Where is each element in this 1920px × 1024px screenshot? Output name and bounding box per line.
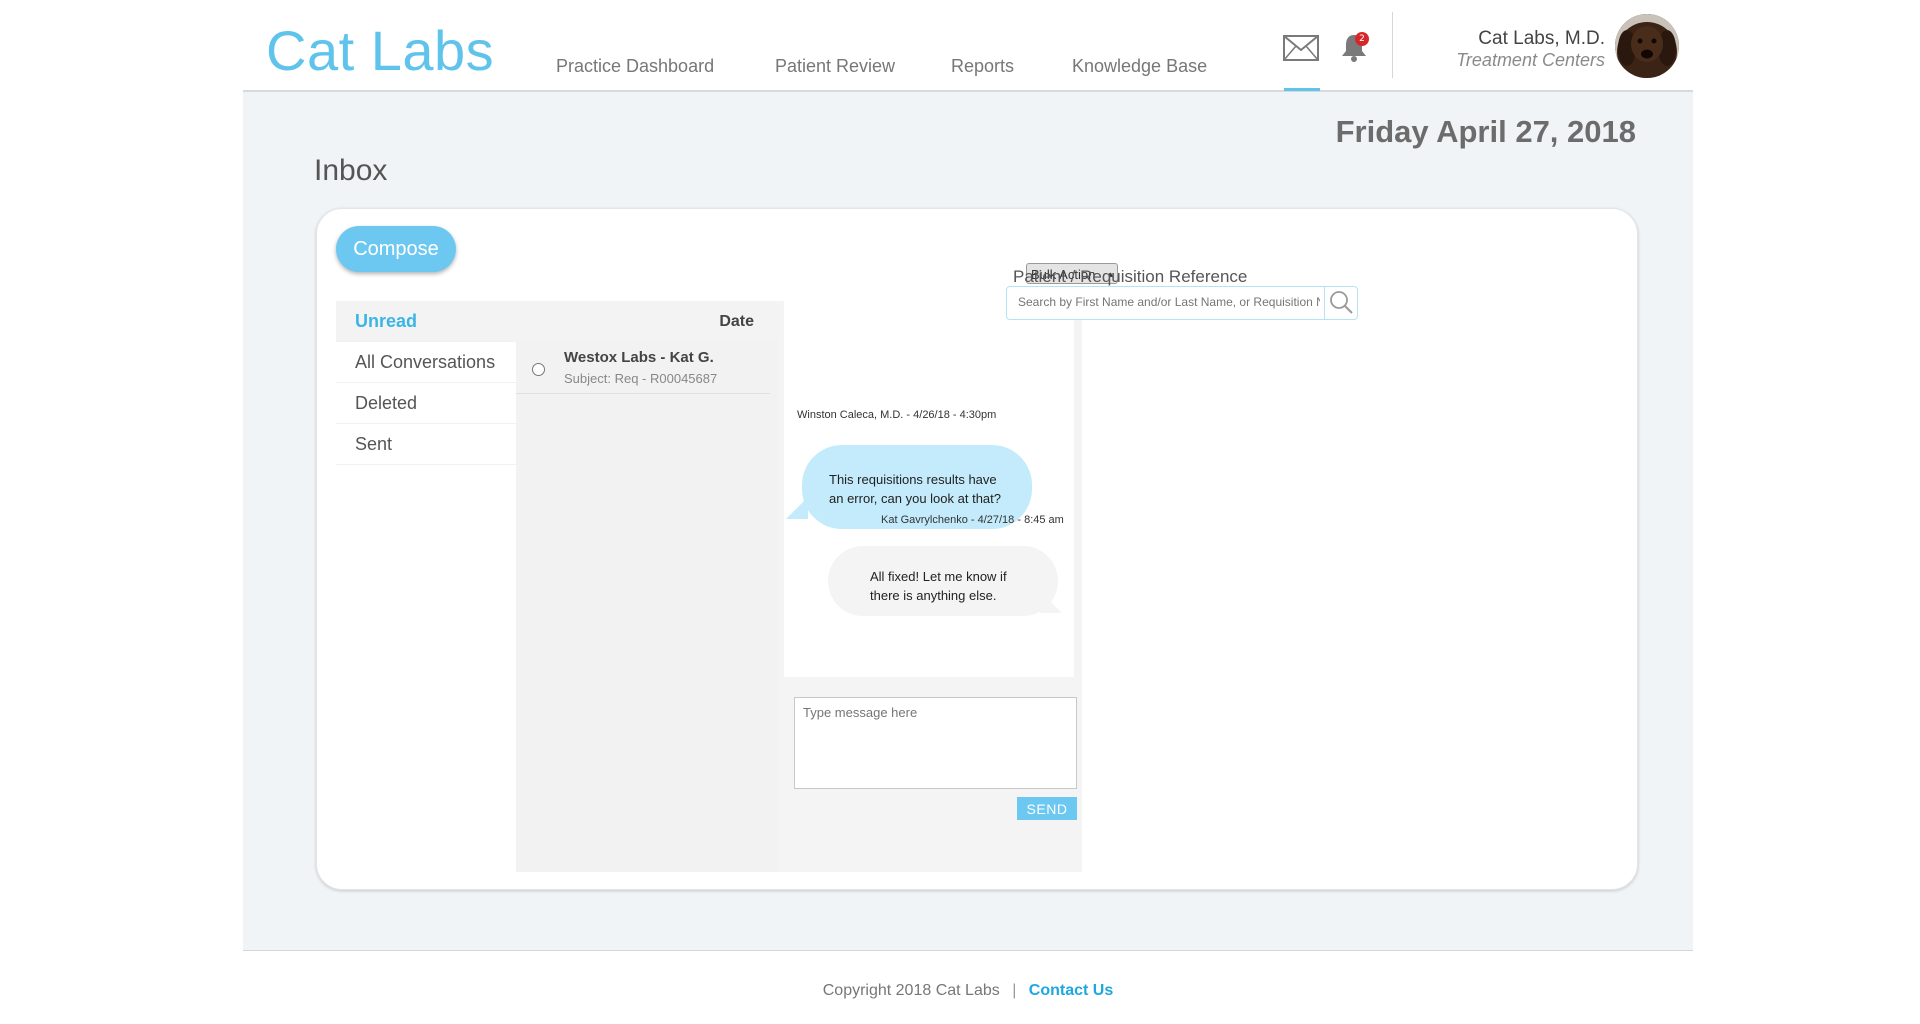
message-sender: Westox Labs - Kat G. — [564, 349, 714, 366]
message-meta: Kat Gavrylchenko - 4/27/18 - 8:45 am — [881, 514, 1064, 526]
notification-badge: 2 — [1355, 32, 1369, 46]
inbox-card: Compose Bulk Action ▴ Date Unread All Co… — [316, 208, 1638, 890]
send-button[interactable]: SEND — [1017, 797, 1077, 820]
mail-active-indicator — [1284, 88, 1320, 91]
app-frame: Cat Labs Practice Dashboard Patient Revi… — [243, 0, 1693, 1024]
conversation-thread: Winston Caleca, M.D. - 4/26/18 - 4:30pm … — [784, 301, 1074, 677]
header-divider — [1392, 12, 1393, 78]
message-input[interactable] — [794, 697, 1077, 789]
folder-list: Unread All Conversations Deleted Sent — [336, 301, 516, 465]
nav-knowledge-base[interactable]: Knowledge Base — [1072, 56, 1207, 77]
folder-unread[interactable]: Unread — [336, 301, 516, 342]
footer-divider — [243, 950, 1693, 951]
reference-search-input[interactable] — [1007, 287, 1322, 317]
nav-patient-review[interactable]: Patient Review — [775, 56, 895, 77]
user-name: Cat Labs, M.D. — [1478, 28, 1605, 49]
user-subtitle: Treatment Centers — [1456, 50, 1605, 70]
page-title: Inbox — [314, 154, 388, 187]
app-logo[interactable]: Cat Labs — [266, 18, 494, 83]
nav-practice-dashboard[interactable]: Practice Dashboard — [556, 56, 714, 77]
conversation-pane: Winston Caleca, M.D. - 4/26/18 - 4:30pm … — [778, 301, 1082, 872]
top-header: Cat Labs Practice Dashboard Patient Revi… — [243, 0, 1693, 92]
message-list: Westox Labs - Kat G. Subject: Req - R000… — [516, 341, 778, 872]
list-item[interactable]: Westox Labs - Kat G. Subject: Req - R000… — [516, 341, 770, 394]
message-meta: Winston Caleca, M.D. - 4/26/18 - 4:30pm — [797, 409, 997, 421]
avatar[interactable] — [1615, 14, 1679, 78]
reference-label: Patient / Requisition Reference — [1013, 267, 1248, 286]
search-icon — [1330, 291, 1353, 314]
search-button[interactable] — [1324, 287, 1357, 319]
nav-reports[interactable]: Reports — [951, 56, 1014, 77]
reference-search — [1006, 286, 1358, 320]
footer: Copyright 2018 Cat Labs | Contact Us — [243, 982, 1693, 1000]
footer-separator: | — [1012, 982, 1017, 999]
main-content: Friday April 27, 2018 Inbox Compose Bulk… — [243, 92, 1693, 950]
compose-button[interactable]: Compose — [336, 226, 456, 272]
contact-us-link[interactable]: Contact Us — [1029, 982, 1113, 999]
select-radio[interactable] — [532, 363, 545, 376]
mail-icon[interactable] — [1283, 35, 1319, 66]
copyright-text: Copyright 2018 Cat Labs — [822, 982, 1000, 999]
folder-all-conversations[interactable]: All Conversations — [336, 342, 516, 383]
message-subject: Subject: Req - R00045687 — [564, 371, 718, 386]
folder-sent[interactable]: Sent — [336, 424, 516, 465]
current-date: Friday April 27, 2018 — [1335, 114, 1636, 149]
outgoing-message-bubble: All fixed! Let me know if there is anyth… — [828, 546, 1058, 616]
folder-deleted[interactable]: Deleted — [336, 383, 516, 424]
date-column-header[interactable]: Date — [719, 313, 754, 331]
